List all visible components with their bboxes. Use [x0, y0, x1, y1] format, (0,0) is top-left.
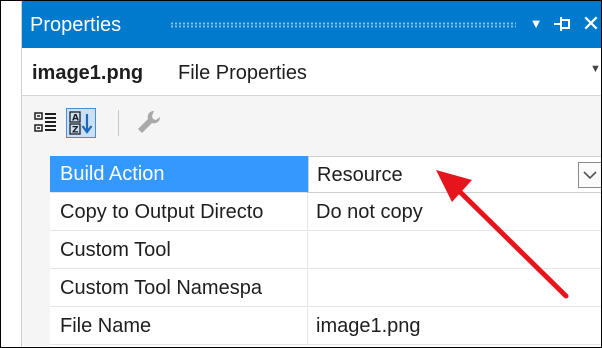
property-value[interactable]: [308, 232, 601, 269]
property-name[interactable]: Copy to Output Directo: [50, 194, 308, 231]
property-name[interactable]: Build Action: [50, 156, 308, 193]
property-row[interactable]: Custom Tool: [22, 232, 601, 270]
window-menu-dropdown-icon[interactable]: ▼: [524, 11, 548, 37]
property-row[interactable]: Build Action Resource: [22, 156, 601, 194]
row-margin: [22, 156, 50, 194]
title-grip[interactable]: [170, 22, 516, 28]
categorized-icon: [34, 112, 56, 132]
auto-hide-pin-icon[interactable]: [550, 11, 574, 37]
property-value[interactable]: [308, 270, 601, 307]
property-row[interactable]: Copy to Output Directo Do not copy: [22, 194, 601, 232]
object-type: File Properties: [178, 62, 307, 84]
object-selector[interactable]: image1.png File Properties ▼: [22, 48, 601, 96]
toolbar-separator: [118, 110, 119, 136]
property-row[interactable]: Custom Tool Namespa: [22, 270, 601, 308]
row-margin: [22, 270, 50, 308]
categorized-button[interactable]: [32, 108, 62, 138]
property-name[interactable]: File Name: [50, 308, 308, 345]
property-value[interactable]: image1.png: [308, 308, 601, 345]
panel-title: Properties: [30, 14, 122, 36]
property-value[interactable]: Do not copy: [308, 194, 601, 231]
object-name: image1.png: [32, 62, 144, 84]
row-margin: [22, 194, 50, 232]
screenshot-frame: Properties ▼ ✕ image1.png File Propertie…: [0, 0, 602, 348]
property-value-text: Resource: [317, 164, 403, 186]
svg-text:A: A: [72, 114, 79, 124]
svg-text:Z: Z: [72, 126, 79, 136]
properties-title-bar[interactable]: Properties ▼ ✕: [22, 1, 601, 48]
alphabetical-icon: A Z: [69, 111, 93, 136]
property-name[interactable]: Custom Tool: [50, 232, 308, 269]
property-name[interactable]: Custom Tool Namespa: [50, 270, 308, 307]
property-row[interactable]: File Name image1.png: [22, 308, 601, 346]
properties-window: Properties ▼ ✕ image1.png File Propertie…: [21, 1, 601, 347]
properties-toolbar: A Z: [22, 96, 601, 156]
property-value[interactable]: Resource: [308, 156, 601, 193]
object-dropdown-icon[interactable]: ▼: [590, 63, 601, 75]
chevron-down-icon: [583, 171, 597, 180]
build-action-dropdown-button[interactable]: [578, 162, 601, 188]
row-margin: [22, 308, 50, 346]
alphabetical-button[interactable]: A Z: [66, 108, 96, 138]
wrench-icon: [138, 110, 161, 133]
row-margin: [22, 232, 50, 270]
close-icon[interactable]: ✕: [579, 11, 601, 37]
property-grid: Build Action Resource Copy to Output Dir…: [22, 156, 601, 347]
property-pages-button[interactable]: [134, 108, 164, 138]
